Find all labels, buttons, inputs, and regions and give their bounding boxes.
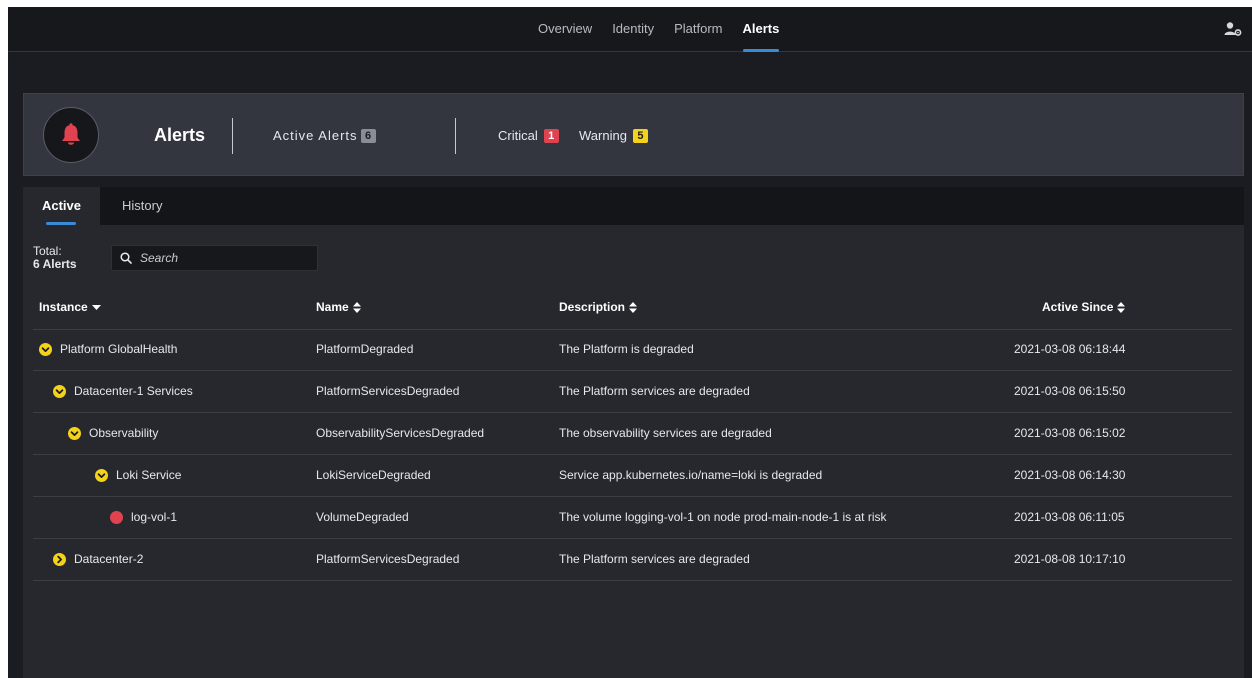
- critical-count-badge: 1: [543, 128, 559, 143]
- cell-active-since: 2021-03-08 06:15:02: [1014, 426, 1126, 440]
- chevron-right-icon[interactable]: [53, 553, 66, 566]
- active-alerts-summary: Active Alerts 6: [273, 128, 376, 143]
- cell-name: PlatformDegraded: [316, 342, 414, 356]
- cell-instance: Loki Service: [95, 455, 181, 496]
- active-alerts-label: Active Alerts: [273, 128, 358, 143]
- instance-label: Datacenter-1 Services: [74, 384, 193, 398]
- nav-tab-overview[interactable]: Overview: [528, 7, 602, 51]
- cell-description: The Platform services are degraded: [559, 384, 750, 398]
- table-row[interactable]: Platform GlobalHealth PlatformDegraded The…: [33, 329, 1232, 371]
- search-icon: [120, 252, 132, 264]
- tab-active[interactable]: Active: [23, 187, 100, 225]
- cell-name: LokiServiceDegraded: [316, 468, 431, 482]
- total-value: 6 Alerts: [33, 257, 77, 271]
- tab-history[interactable]: History: [122, 187, 162, 225]
- cell-name: PlatformServicesDegraded: [316, 384, 460, 398]
- cell-active-since: 2021-03-08 06:14:30: [1014, 468, 1126, 482]
- nav-tab-identity[interactable]: Identity: [602, 7, 664, 51]
- cell-instance: Platform GlobalHealth: [39, 329, 177, 370]
- column-active-since-label: Active Since: [1042, 300, 1114, 314]
- cell-name: VolumeDegraded: [316, 510, 409, 524]
- critical-label: Critical: [498, 128, 538, 143]
- column-description[interactable]: Description: [559, 300, 638, 314]
- alerts-summary-card: Alerts Active Alerts 6 Critical 1 Warnin…: [23, 93, 1244, 176]
- cell-description: The Platform services are degraded: [559, 552, 750, 566]
- cell-instance: Datacenter-2: [53, 539, 143, 580]
- active-alerts-count-badge: 6: [360, 128, 376, 143]
- cell-description: Service app.kubernetes.io/name=loki is d…: [559, 468, 823, 482]
- critical-status-dot: [110, 511, 123, 524]
- header-divider: [455, 118, 456, 154]
- nav-tab-platform[interactable]: Platform: [664, 7, 732, 51]
- cell-description: The volume logging-vol-1 on node prod-ma…: [559, 510, 887, 524]
- cell-description: The observability services are degraded: [559, 426, 772, 440]
- search-box[interactable]: [111, 245, 318, 271]
- column-description-label: Description: [559, 300, 626, 314]
- column-instance[interactable]: Instance: [39, 300, 101, 314]
- chevron-down-icon[interactable]: [39, 343, 52, 356]
- cell-instance: Observability: [68, 413, 158, 454]
- warning-summary: Warning 5: [579, 128, 648, 143]
- cell-name: PlatformServicesDegraded: [316, 552, 460, 566]
- cell-active-since: 2021-03-08 06:15:50: [1014, 384, 1126, 398]
- sort-icon: [1117, 301, 1126, 313]
- top-nav: Overview Identity Platform Alerts: [8, 7, 1252, 52]
- nav-tabs: Overview Identity Platform Alerts: [528, 7, 790, 52]
- instance-label: log-vol-1: [131, 510, 178, 524]
- instance-label: Observability: [89, 426, 159, 440]
- content-tabs: Active History: [23, 187, 1244, 225]
- bell-icon: [43, 107, 99, 163]
- critical-summary: Critical 1: [498, 128, 559, 143]
- cell-description: The Platform is degraded: [559, 342, 694, 356]
- column-instance-label: Instance: [39, 300, 88, 314]
- cell-active-since: 2021-08-08 10:17:10: [1014, 552, 1126, 566]
- table-row[interactable]: Observability ObservabilityServicesDegrad…: [33, 413, 1232, 455]
- table-row[interactable]: log-vol-1 VolumeDegraded The volume loggin…: [33, 497, 1232, 539]
- column-name[interactable]: Name: [316, 300, 361, 314]
- chevron-down-icon[interactable]: [53, 385, 66, 398]
- total-count: Total: 6 Alerts: [33, 245, 77, 271]
- cell-active-since: 2021-03-08 06:18:44: [1014, 342, 1126, 356]
- chevron-down-icon[interactable]: [68, 427, 81, 440]
- sort-icon: [629, 301, 638, 313]
- table-row[interactable]: Datacenter-1 Services PlatformServicesDeg…: [33, 371, 1232, 413]
- instance-label: Datacenter-2: [74, 552, 144, 566]
- cell-instance: Datacenter-1 Services: [53, 371, 193, 412]
- cell-instance: log-vol-1: [110, 497, 177, 538]
- instance-label: Platform GlobalHealth: [60, 342, 178, 356]
- column-name-label: Name: [316, 300, 349, 314]
- warning-count-badge: 5: [632, 128, 648, 143]
- sort-desc-icon: [91, 305, 101, 310]
- alerts-panel: Total: 6 Alerts Instance Name Descriptio…: [23, 225, 1244, 678]
- cell-active-since: 2021-03-08 06:11:05: [1014, 510, 1125, 524]
- search-input[interactable]: [138, 250, 312, 266]
- user-settings-icon[interactable]: [1224, 21, 1242, 37]
- cell-name: ObservabilityServicesDegraded: [316, 426, 485, 440]
- sort-icon: [352, 301, 361, 313]
- table-header: Instance Name Description Active Since: [33, 291, 1232, 330]
- page-title: Alerts: [154, 125, 206, 145]
- table-row[interactable]: Datacenter-2 PlatformServicesDegraded The …: [33, 539, 1232, 581]
- column-active-since[interactable]: Active Since: [1042, 300, 1126, 314]
- chevron-down-icon[interactable]: [95, 469, 108, 482]
- header-divider: [232, 118, 233, 154]
- instance-label: Loki Service: [116, 468, 182, 482]
- warning-label: Warning: [579, 128, 627, 143]
- app-window: Overview Identity Platform Alerts Alerts: [8, 7, 1252, 678]
- table-row[interactable]: Loki Service LokiServiceDegraded Service a…: [33, 455, 1232, 497]
- nav-tab-alerts[interactable]: Alerts: [733, 7, 790, 52]
